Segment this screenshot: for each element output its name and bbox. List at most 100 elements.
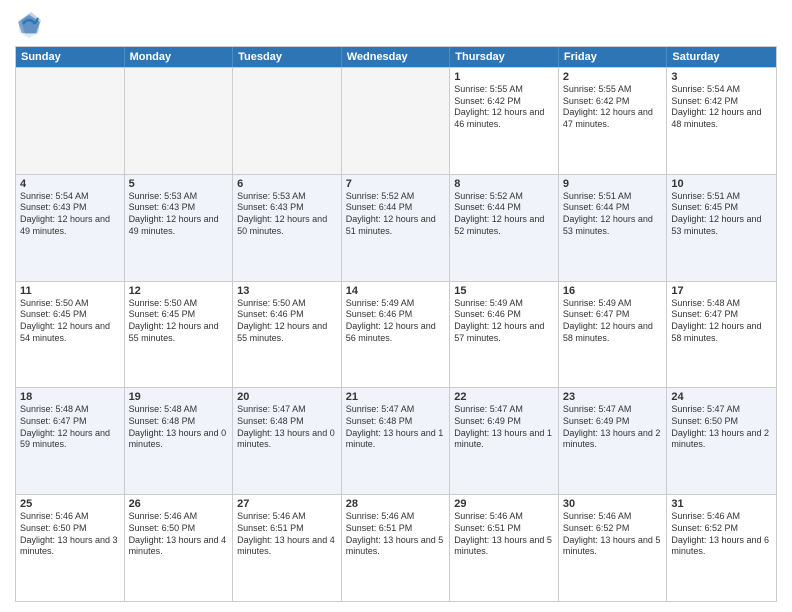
day-info: Sunrise: 5:47 AMSunset: 6:49 PMDaylight:… <box>563 404 663 451</box>
day-number: 5 <box>129 178 229 190</box>
day-number: 1 <box>454 71 554 83</box>
day-info: Sunrise: 5:52 AMSunset: 6:44 PMDaylight:… <box>454 191 554 238</box>
day-number: 30 <box>563 498 663 510</box>
day-cell-1: 1Sunrise: 5:55 AMSunset: 6:42 PMDaylight… <box>450 68 559 174</box>
day-cell-6: 6Sunrise: 5:53 AMSunset: 6:43 PMDaylight… <box>233 175 342 281</box>
day-cell-28: 28Sunrise: 5:46 AMSunset: 6:51 PMDayligh… <box>342 495 451 601</box>
day-number: 26 <box>129 498 229 510</box>
day-number: 22 <box>454 391 554 403</box>
day-cell-10: 10Sunrise: 5:51 AMSunset: 6:45 PMDayligh… <box>667 175 776 281</box>
empty-cell <box>342 68 451 174</box>
calendar-row-4: 18Sunrise: 5:48 AMSunset: 6:47 PMDayligh… <box>16 387 776 494</box>
day-cell-26: 26Sunrise: 5:46 AMSunset: 6:50 PMDayligh… <box>125 495 234 601</box>
day-cell-29: 29Sunrise: 5:46 AMSunset: 6:51 PMDayligh… <box>450 495 559 601</box>
day-info: Sunrise: 5:46 AMSunset: 6:51 PMDaylight:… <box>237 511 337 558</box>
day-number: 24 <box>671 391 772 403</box>
day-cell-25: 25Sunrise: 5:46 AMSunset: 6:50 PMDayligh… <box>16 495 125 601</box>
day-number: 12 <box>129 285 229 297</box>
day-number: 2 <box>563 71 663 83</box>
day-info: Sunrise: 5:47 AMSunset: 6:50 PMDaylight:… <box>671 404 772 451</box>
day-info: Sunrise: 5:47 AMSunset: 6:48 PMDaylight:… <box>346 404 446 451</box>
day-number: 25 <box>20 498 120 510</box>
calendar-body: 1 Sunrise: 5:55 AMSunset: 6:42 PMDaylight… <box>16 67 776 601</box>
day-cell-22: 22Sunrise: 5:47 AMSunset: 6:49 PMDayligh… <box>450 388 559 494</box>
day-cell-16: 16Sunrise: 5:49 AMSunset: 6:47 PMDayligh… <box>559 282 668 388</box>
day-number: 15 <box>454 285 554 297</box>
header-thursday: Thursday <box>450 47 559 67</box>
day-info: Sunrise: 5:49 AMSunset: 6:47 PMDaylight:… <box>563 298 663 345</box>
day-info: Sunrise: 5:46 AMSunset: 6:52 PMDaylight:… <box>563 511 663 558</box>
day-info: Sunrise: 5:51 AMSunset: 6:44 PMDaylight:… <box>563 191 663 238</box>
empty-cell <box>233 68 342 174</box>
day-number: 9 <box>563 178 663 190</box>
day-info: Sunrise: 5:48 AMSunset: 6:47 PMDaylight:… <box>671 298 772 345</box>
day-cell-13: 13Sunrise: 5:50 AMSunset: 6:46 PMDayligh… <box>233 282 342 388</box>
header-monday: Monday <box>125 47 234 67</box>
day-number: 31 <box>671 498 772 510</box>
day-info: Sunrise: 5:49 AMSunset: 6:46 PMDaylight:… <box>454 298 554 345</box>
day-number: 17 <box>671 285 772 297</box>
day-cell-14: 14Sunrise: 5:49 AMSunset: 6:46 PMDayligh… <box>342 282 451 388</box>
header-wednesday: Wednesday <box>342 47 451 67</box>
day-cell-5: 5Sunrise: 5:53 AMSunset: 6:43 PMDaylight… <box>125 175 234 281</box>
day-number: 21 <box>346 391 446 403</box>
day-number: 10 <box>671 178 772 190</box>
empty-cell <box>16 68 125 174</box>
header <box>15 10 777 38</box>
day-info: Sunrise: 5:53 AMSunset: 6:43 PMDaylight:… <box>129 191 229 238</box>
day-info: Sunrise: 5:50 AMSunset: 6:45 PMDaylight:… <box>129 298 229 345</box>
day-info: Sunrise: 5:46 AMSunset: 6:50 PMDaylight:… <box>20 511 120 558</box>
calendar-row-2: 4Sunrise: 5:54 AMSunset: 6:43 PMDaylight… <box>16 174 776 281</box>
header-sunday: Sunday <box>16 47 125 67</box>
day-number: 4 <box>20 178 120 190</box>
day-info: Sunrise: 5:46 AMSunset: 6:50 PMDaylight:… <box>129 511 229 558</box>
logo <box>15 10 47 38</box>
day-cell-7: 7Sunrise: 5:52 AMSunset: 6:44 PMDaylight… <box>342 175 451 281</box>
day-info: Sunrise: 5:52 AMSunset: 6:44 PMDaylight:… <box>346 191 446 238</box>
day-number: 6 <box>237 178 337 190</box>
day-info: Sunrise: 5:50 AMSunset: 6:45 PMDaylight:… <box>20 298 120 345</box>
day-cell-30: 30Sunrise: 5:46 AMSunset: 6:52 PMDayligh… <box>559 495 668 601</box>
day-number: 8 <box>454 178 554 190</box>
day-info: Sunrise: 5:55 AMSunset: 6:42 PMDaylight:… <box>563 84 663 131</box>
day-number: 20 <box>237 391 337 403</box>
header-tuesday: Tuesday <box>233 47 342 67</box>
day-cell-2: 2Sunrise: 5:55 AMSunset: 6:42 PMDaylight… <box>559 68 668 174</box>
day-number: 18 <box>20 391 120 403</box>
day-info: Sunrise: 5:46 AMSunset: 6:51 PMDaylight:… <box>454 511 554 558</box>
day-number: 16 <box>563 285 663 297</box>
calendar-header: SundayMondayTuesdayWednesdayThursdayFrid… <box>16 47 776 67</box>
calendar-row-3: 11Sunrise: 5:50 AMSunset: 6:45 PMDayligh… <box>16 281 776 388</box>
day-info: Sunrise: 5:51 AMSunset: 6:45 PMDaylight:… <box>671 191 772 238</box>
day-cell-11: 11Sunrise: 5:50 AMSunset: 6:45 PMDayligh… <box>16 282 125 388</box>
calendar-row-1: 1 Sunrise: 5:55 AMSunset: 6:42 PMDaylight… <box>16 67 776 174</box>
day-number: 27 <box>237 498 337 510</box>
day-info: Sunrise: 5:48 AMSunset: 6:47 PMDaylight:… <box>20 404 120 451</box>
calendar: SundayMondayTuesdayWednesdayThursdayFrid… <box>15 46 777 602</box>
day-cell-27: 27Sunrise: 5:46 AMSunset: 6:51 PMDayligh… <box>233 495 342 601</box>
day-cell-23: 23Sunrise: 5:47 AMSunset: 6:49 PMDayligh… <box>559 388 668 494</box>
day-number: 19 <box>129 391 229 403</box>
day-info: Sunrise: 5:54 AMSunset: 6:43 PMDaylight:… <box>20 191 120 238</box>
day-info: Sunrise: 5:54 AMSunset: 6:42 PMDaylight:… <box>671 84 772 131</box>
day-info: Sunrise: 5:50 AMSunset: 6:46 PMDaylight:… <box>237 298 337 345</box>
calendar-row-5: 25Sunrise: 5:46 AMSunset: 6:50 PMDayligh… <box>16 494 776 601</box>
day-number: 14 <box>346 285 446 297</box>
day-cell-8: 8Sunrise: 5:52 AMSunset: 6:44 PMDaylight… <box>450 175 559 281</box>
day-cell-31: 31Sunrise: 5:46 AMSunset: 6:52 PMDayligh… <box>667 495 776 601</box>
day-info: Sunrise: 5:48 AMSunset: 6:48 PMDaylight:… <box>129 404 229 451</box>
day-number: 29 <box>454 498 554 510</box>
day-info: Sunrise: 5:46 AMSunset: 6:52 PMDaylight:… <box>671 511 772 558</box>
day-number: 3 <box>671 71 772 83</box>
day-cell-17: 17Sunrise: 5:48 AMSunset: 6:47 PMDayligh… <box>667 282 776 388</box>
day-cell-3: 3Sunrise: 5:54 AMSunset: 6:42 PMDaylight… <box>667 68 776 174</box>
header-saturday: Saturday <box>667 47 776 67</box>
day-cell-21: 21Sunrise: 5:47 AMSunset: 6:48 PMDayligh… <box>342 388 451 494</box>
day-cell-24: 24Sunrise: 5:47 AMSunset: 6:50 PMDayligh… <box>667 388 776 494</box>
empty-cell <box>125 68 234 174</box>
day-info: Sunrise: 5:46 AMSunset: 6:51 PMDaylight:… <box>346 511 446 558</box>
day-cell-20: 20Sunrise: 5:47 AMSunset: 6:48 PMDayligh… <box>233 388 342 494</box>
day-cell-18: 18Sunrise: 5:48 AMSunset: 6:47 PMDayligh… <box>16 388 125 494</box>
page: SundayMondayTuesdayWednesdayThursdayFrid… <box>0 0 792 612</box>
day-cell-12: 12Sunrise: 5:50 AMSunset: 6:45 PMDayligh… <box>125 282 234 388</box>
